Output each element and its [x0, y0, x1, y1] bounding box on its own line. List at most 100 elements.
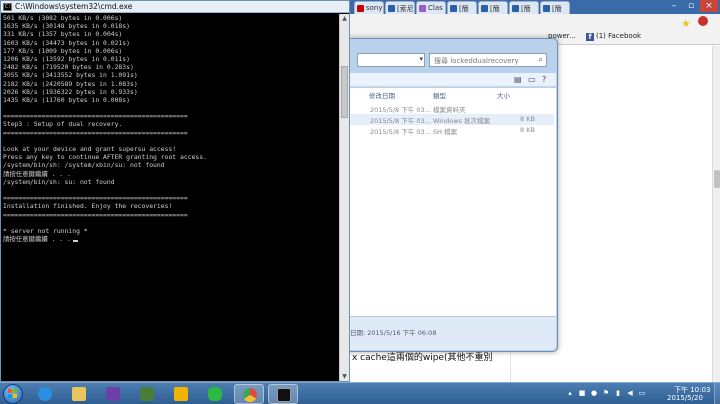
flag-icon[interactable]: ⚑ [602, 389, 610, 397]
taskbar-explorer-button[interactable] [64, 384, 94, 404]
address-field[interactable]: ▾ [357, 53, 425, 67]
browser-tab[interactable]: [索尼 [385, 1, 415, 14]
bookmark-label: (1) Facebook [596, 32, 642, 40]
console-output[interactable]: 501 KB/s (3082 bytes in 0.006s) 1635 KB/s… [3, 14, 339, 380]
close-icon[interactable]: × [700, 0, 718, 12]
search-input[interactable]: 搜尋 lockeddualrecovery ⌕ [429, 53, 547, 67]
page-icon [419, 5, 426, 12]
details-pane: 日期: 2015/5/16 下午 06:08 [338, 316, 556, 350]
details-date: 日期: 2015/5/16 下午 06:08 [350, 329, 437, 337]
dropdown-arrow-icon[interactable]: ▾ [419, 55, 423, 63]
console-line: ========================================… [3, 210, 188, 219]
page-scrollbar[interactable] [712, 46, 720, 382]
file-row[interactable]: 2015/5/8 下午 03... Windows 批次檔案 8 KB [350, 114, 554, 125]
taskbar-ie-button[interactable] [30, 384, 60, 404]
console-line: 請按任意鍵繼續 . . . [3, 169, 71, 178]
browser-tab[interactable]: sony [354, 1, 384, 14]
file-date: 2015/5/8 下午 03... [370, 117, 431, 125]
tray-app-icon[interactable]: ■ [578, 389, 586, 397]
tab-label: [簡 [459, 5, 469, 13]
column-header-type[interactable]: 類型 [433, 90, 446, 100]
column-header-size[interactable]: 大小 [497, 90, 510, 100]
scroll-up-arrow-icon[interactable]: ▲ [340, 14, 349, 23]
file-size: 8 KB [520, 115, 535, 123]
taskbar-line-button[interactable] [200, 384, 230, 404]
tab-label: [簡 [490, 5, 500, 13]
extension-icon[interactable] [698, 16, 708, 26]
chrome-icon [243, 388, 257, 402]
view-options-icon[interactable]: ▤ [514, 75, 522, 84]
tray-arrow-icon[interactable]: ▴ [566, 389, 574, 397]
bookmark-star-icon[interactable]: ★ [681, 17, 691, 30]
file-size: 8 KB [520, 126, 535, 134]
console-line: /system/bin/sh: /system/xbin/su: not fou… [3, 161, 165, 170]
explorer-window: ▾ 搜尋 lockeddualrecovery ⌕ ▤ ▭ ? 修改日期 類型 … [336, 38, 558, 352]
clock-date[interactable]: 2015/5/20 [667, 394, 703, 402]
scroll-down-arrow-icon[interactable]: ▼ [340, 372, 349, 381]
tab-label: [簡 [521, 5, 531, 13]
cmd-scrollbar[interactable]: ▲ ▼ [339, 14, 349, 381]
console-line: 1206 KB/s (13592 bytes in 0.011s) [3, 54, 130, 63]
console-line: ========================================… [3, 194, 188, 203]
browser-tab[interactable]: [簡 [540, 1, 570, 14]
browser-tab[interactable]: [簡 [509, 1, 539, 14]
visual-studio-icon [106, 387, 120, 401]
bookmark-facebook[interactable]: f (1) Facebook [586, 32, 641, 41]
file-type: 檔案資料夾 [433, 106, 466, 114]
console-line: 1635 KB/s (30148 bytes in 0.018s) [3, 22, 130, 31]
file-date: 2015/5/8 下午 03... [370, 106, 431, 114]
page-icon [512, 5, 519, 12]
network-icon[interactable]: ▮ [614, 389, 622, 397]
minimize-icon[interactable]: – [666, 0, 682, 12]
page-icon [481, 5, 488, 12]
page-icon [450, 5, 457, 12]
file-row[interactable]: 2015/5/8 下午 03... 檔案資料夾 [350, 103, 554, 114]
taskbar-chrome-button[interactable] [234, 384, 264, 404]
tab-label: sony [366, 4, 383, 12]
taskbar-pencil-button[interactable] [166, 384, 196, 404]
taskbar-cmd-button[interactable] [268, 384, 298, 404]
browser-tab[interactable]: [簡 [447, 1, 477, 14]
youtube-icon [357, 5, 364, 12]
file-type: Windows 批次檔案 [433, 117, 491, 125]
file-row[interactable]: 2015/5/8 下午 03... SH 檔案 8 KB [350, 125, 554, 136]
show-desktop-button[interactable] [714, 383, 720, 404]
explorer-navbar: ▾ 搜尋 lockeddualrecovery ⌕ [341, 53, 553, 69]
start-button[interactable] [3, 384, 23, 404]
help-icon[interactable]: ? [542, 75, 546, 84]
tab-label: Clas [428, 4, 443, 12]
file-list: 修改日期 類型 大小 2015/5/8 下午 03... 檔案資料夾 2015/… [338, 88, 556, 316]
page-icon [388, 5, 395, 12]
preview-pane-icon[interactable]: ▭ [528, 75, 536, 84]
cmd-window: C:\ C:\Windows\system32\cmd.exe 501 KB/s… [0, 0, 350, 382]
maximize-icon[interactable]: ▫ [683, 0, 699, 12]
search-icon[interactable]: ⌕ [539, 55, 543, 65]
page-scrollbar-thumb[interactable] [714, 170, 720, 188]
console-line: Look at your device and grant supersu ac… [3, 145, 177, 153]
browser-tabstrip: sony [索尼 Clas [簡 [簡 [簡 [簡 – ▫ × [340, 0, 720, 14]
ie-icon [38, 387, 52, 401]
console-line: 331 KB/s (1357 bytes in 0.004s) [3, 30, 123, 39]
cmd-titlebar[interactable]: C:\ C:\Windows\system32\cmd.exe [1, 1, 349, 13]
console-line: Press any key to continue AFTER granting… [3, 153, 207, 162]
search-placeholder: 搜尋 lockeddualrecovery [434, 57, 519, 65]
browser-tab[interactable]: Clas [416, 1, 446, 14]
console-line: 177 KB/s (1009 bytes in 0.006s) [3, 46, 123, 55]
taskbar-vs-button[interactable] [98, 384, 128, 404]
browser-tab[interactable]: [簡 [478, 1, 508, 14]
page-icon [543, 5, 550, 12]
android-sdk-icon [140, 387, 154, 401]
battery-icon[interactable]: ▭ [638, 389, 646, 397]
tray-app-icon[interactable]: ● [590, 389, 598, 397]
console-line: 2182 KB/s (2420589 bytes in 1.083s) [3, 79, 138, 88]
volume-icon[interactable]: ◀ [626, 389, 634, 397]
taskbar-sdk-button[interactable] [132, 384, 162, 404]
cmd-scrollbar-thumb[interactable] [341, 66, 348, 118]
file-date: 2015/5/8 下午 03... [370, 128, 431, 136]
column-header-date[interactable]: 修改日期 [369, 90, 395, 100]
console-line: 1435 KB/s (11760 bytes in 0.008s) [3, 95, 130, 104]
facebook-icon: f [586, 33, 594, 41]
